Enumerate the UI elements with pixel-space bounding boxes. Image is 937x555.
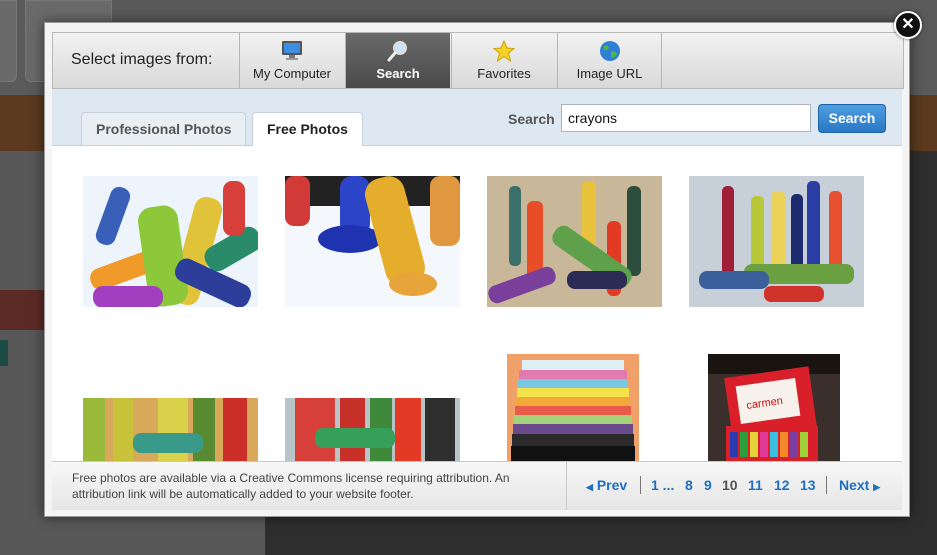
search-area: Professional Photos Free Photos Search S… — [52, 89, 902, 146]
crayon-photo-2 — [285, 176, 460, 307]
result-thumbnail[interactable]: carmen — [708, 354, 840, 461]
page-link-first[interactable]: 1 ... — [651, 477, 674, 493]
my-computer-label: My Computer — [252, 66, 332, 81]
search-input[interactable] — [561, 104, 811, 132]
favorites-label: Favorites — [477, 66, 531, 81]
background-block — [0, 290, 45, 330]
license-note: Free photos are available via a Creative… — [72, 471, 510, 501]
star-icon — [492, 40, 516, 62]
result-thumbnail[interactable] — [689, 176, 864, 307]
background-block — [0, 340, 8, 366]
source-label: Select images from: — [71, 51, 213, 68]
search-label: Search — [508, 111, 555, 127]
pager-divider — [640, 476, 641, 494]
crayon-photo-5 — [83, 398, 258, 461]
prev-label: Prev — [596, 477, 628, 493]
crayon-photo-3 — [487, 176, 662, 307]
results-grid: carmen — [52, 146, 902, 461]
chevron-left-icon: ◀ — [586, 482, 593, 492]
search-source-button[interactable]: Search — [345, 33, 450, 88]
pagination: ◀ Prev 1 ... 8 9 10 11 12 13 Next ▶ — [566, 462, 903, 510]
result-thumbnail[interactable] — [83, 176, 258, 307]
source-bar: Select images from: My Computer Search F… — [52, 32, 904, 89]
search-source-label: Search — [376, 66, 420, 81]
image-url-label: Image URL — [576, 66, 643, 81]
page-link[interactable]: 9 — [704, 477, 712, 493]
crayon-photo-6 — [285, 398, 460, 461]
computer-icon — [282, 41, 302, 60]
magnifier-icon — [387, 41, 407, 62]
tab-professional-photos[interactable]: Professional Photos — [81, 112, 247, 145]
result-thumbnail[interactable] — [285, 398, 460, 461]
crayon-photo-4 — [689, 176, 864, 307]
prev-page-link[interactable]: ◀ Prev — [586, 477, 627, 493]
image-picker-dialog: Select images from: My Computer Search F… — [44, 22, 910, 517]
page-link[interactable]: 13 — [800, 477, 816, 493]
image-url-button[interactable]: Image URL — [557, 33, 662, 88]
crayon-photo-1 — [83, 176, 258, 307]
page-link[interactable]: 12 — [774, 477, 790, 493]
favorites-button[interactable]: Favorites — [451, 33, 556, 88]
globe-icon — [600, 41, 620, 61]
result-thumbnail[interactable] — [507, 354, 639, 461]
crayon-photo-8: carmen — [708, 354, 840, 461]
page-link[interactable]: 8 — [685, 477, 693, 493]
footer: Free photos are available via a Creative… — [52, 461, 902, 510]
pager-divider — [826, 476, 827, 494]
result-thumbnail[interactable] — [83, 398, 258, 461]
chevron-right-icon: ▶ — [873, 482, 881, 492]
my-computer-button[interactable]: My Computer — [239, 33, 344, 88]
search-button[interactable]: Search — [818, 104, 886, 133]
tab-free-photos[interactable]: Free Photos — [252, 112, 363, 146]
page-current: 10 — [722, 477, 738, 493]
background-tab — [0, 0, 17, 82]
result-thumbnail[interactable] — [487, 176, 662, 307]
next-label: Next — [839, 477, 870, 493]
crayon-photo-7 — [507, 354, 639, 461]
close-icon[interactable]: ✕ — [894, 11, 922, 39]
next-page-link[interactable]: Next ▶ — [839, 477, 880, 493]
page-link[interactable]: 11 — [748, 477, 763, 493]
result-thumbnail[interactable] — [285, 176, 460, 307]
